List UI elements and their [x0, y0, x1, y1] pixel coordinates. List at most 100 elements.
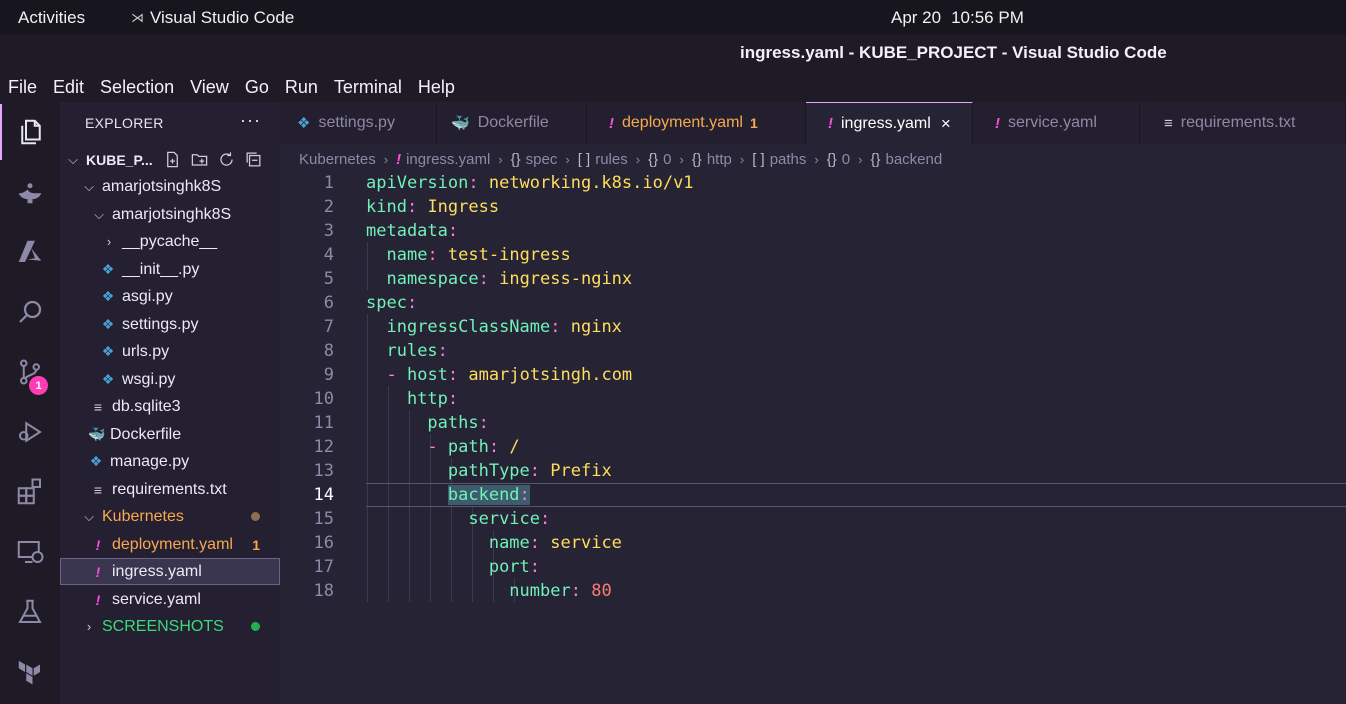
- tab-requirements-txt[interactable]: ≡ requirements.txt: [1140, 102, 1346, 144]
- menu-go[interactable]: Go: [245, 71, 277, 102]
- yaml-file-icon: !: [995, 114, 1000, 132]
- tree-file-wsgi-py[interactable]: ❖ wsgi.py: [60, 366, 280, 393]
- breadcrumb-folder[interactable]: Kubernetes: [299, 151, 376, 168]
- text-file-icon: ≡: [93, 398, 103, 415]
- chevron-down-icon: ⌵: [68, 151, 78, 167]
- code-line: 1 apiVersion: networking.k8s.io/v1: [280, 171, 1346, 195]
- menu-help[interactable]: Help: [418, 71, 463, 102]
- menu-selection[interactable]: Selection: [100, 71, 182, 102]
- flask-icon: [18, 599, 42, 623]
- chevron-right-icon: ›: [679, 151, 684, 167]
- explorer-toolbar: [163, 146, 263, 173]
- docker-activity[interactable]: [0, 164, 60, 220]
- tree-folder-kubernetes[interactable]: ⌵ Kubernetes: [60, 503, 280, 530]
- tree-folder-screenshots[interactable]: › SCREENSHOTS: [60, 613, 280, 640]
- code-line: 8 rules:: [280, 339, 1346, 363]
- breadcrumb-symbol[interactable]: http: [707, 151, 732, 168]
- code-line: 10 http:: [280, 387, 1346, 411]
- menu-terminal[interactable]: Terminal: [334, 71, 410, 102]
- breadcrumb-symbol[interactable]: backend: [886, 151, 943, 168]
- new-folder-icon[interactable]: [190, 150, 209, 169]
- line-content: spec:: [366, 293, 418, 313]
- tab-settings-py[interactable]: ❖ settings.py: [280, 102, 437, 144]
- yaml-value: networking.k8s.io/v1: [488, 173, 694, 193]
- tab-deployment-yaml[interactable]: ! deployment.yaml 1: [587, 102, 806, 144]
- tree-file-manage-py[interactable]: ❖ manage.py: [60, 448, 280, 475]
- tree-file-asgi-py[interactable]: ❖ asgi.py: [60, 283, 280, 310]
- tree-file-db-sqlite3[interactable]: ≡ db.sqlite3: [60, 393, 280, 420]
- activities-button[interactable]: Activities: [18, 8, 85, 28]
- modified-dot: [251, 512, 260, 521]
- tree-item-label: SCREENSHOTS: [102, 617, 224, 635]
- editor-tab-bar: ❖ settings.py 🐳 Dockerfile ! deployment.…: [280, 102, 1346, 144]
- code-editor[interactable]: 1 apiVersion: networking.k8s.io/v1 2 kin…: [280, 170, 1346, 704]
- code-line: 4 name: test-ingress: [280, 243, 1346, 267]
- breadcrumb-file[interactable]: ingress.yaml: [406, 151, 490, 168]
- line-content: port:: [488, 557, 541, 577]
- yaml-file-icon: !: [609, 114, 614, 132]
- object-icon: {}: [870, 150, 881, 168]
- new-file-icon[interactable]: [163, 150, 182, 169]
- tree-item-label: manage.py: [110, 452, 190, 470]
- line-number: 3: [323, 221, 334, 241]
- run-debug-activity[interactable]: [0, 404, 60, 460]
- tree-folder-pycache[interactable]: › __pycache__: [60, 228, 280, 255]
- breadcrumb-symbol[interactable]: spec: [526, 151, 558, 168]
- tab-ingress-yaml[interactable]: ! ingress.yaml ×: [806, 102, 973, 144]
- tree-file-dockerfile[interactable]: 🐳 Dockerfile: [60, 421, 280, 448]
- explorer-more-button[interactable]: ···: [240, 110, 261, 131]
- tree-file-deployment-yaml[interactable]: ! deployment.yaml 1: [60, 531, 280, 558]
- yaml-file-icon: !: [95, 591, 101, 608]
- line-number: 6: [323, 293, 334, 313]
- breadcrumb-symbol[interactable]: 0: [842, 151, 850, 168]
- menu-file[interactable]: File: [8, 71, 45, 102]
- menu-view[interactable]: View: [190, 71, 237, 102]
- breadcrumb-symbol[interactable]: paths: [770, 151, 807, 168]
- yaml-file-icon: !: [828, 115, 833, 132]
- collapse-all-icon[interactable]: [244, 150, 263, 169]
- tab-label: Dockerfile: [477, 114, 549, 131]
- clock[interactable]: Apr 20 10:56 PM: [891, 8, 1024, 28]
- breadcrumb-symbol[interactable]: 0: [663, 151, 671, 168]
- yaml-number: 80: [591, 581, 612, 601]
- system-top-bar: Activities ⋊ Visual Studio Code Apr 20 1…: [0, 0, 1346, 35]
- line-number: 13: [313, 461, 334, 481]
- tree-file-urls-py[interactable]: ❖ urls.py: [60, 338, 280, 365]
- search-activity[interactable]: [0, 284, 60, 340]
- remote-explorer-activity[interactable]: [0, 524, 60, 580]
- yaml-value: Prefix: [550, 461, 612, 481]
- menu-edit[interactable]: Edit: [53, 71, 92, 102]
- project-root[interactable]: ⌵ KUBE_P...: [60, 146, 280, 173]
- tree-file-settings-py[interactable]: ❖ settings.py: [60, 311, 280, 338]
- code-line: 3 metadata:: [280, 219, 1346, 243]
- docker-file-icon: 🐳: [451, 115, 470, 132]
- tree-file-init-py[interactable]: ❖ __init__.py: [60, 256, 280, 283]
- code-line: 9 - host: amarjotsingh.com: [280, 363, 1346, 387]
- tab-dockerfile[interactable]: 🐳 Dockerfile: [437, 102, 587, 144]
- tree-file-requirements-txt[interactable]: ≡ requirements.txt: [60, 476, 280, 503]
- code-line: 17 port:: [280, 555, 1346, 579]
- line-number: 8: [323, 341, 334, 361]
- close-icon[interactable]: ×: [941, 114, 951, 134]
- testing-activity[interactable]: [0, 584, 60, 640]
- tree-folder-amarjotsinghk8s[interactable]: ⌵ amarjotsinghk8S: [60, 173, 280, 200]
- explorer-activity[interactable]: [0, 104, 60, 160]
- menu-run[interactable]: Run: [285, 71, 326, 102]
- breadcrumb-symbol[interactable]: rules: [595, 151, 628, 168]
- refresh-icon[interactable]: [217, 150, 236, 169]
- tab-service-yaml[interactable]: ! service.yaml: [973, 102, 1140, 144]
- code-line: 13 pathType: Prefix: [280, 459, 1346, 483]
- chevron-down-icon: ⌵: [84, 178, 94, 194]
- app-menu[interactable]: ⋊ Visual Studio Code: [131, 8, 294, 28]
- tab-label: settings.py: [318, 114, 395, 131]
- terraform-activity[interactable]: [0, 644, 60, 700]
- line-number: 4: [323, 245, 334, 265]
- text-file-icon: ≡: [93, 481, 103, 498]
- extensions-activity[interactable]: [0, 464, 60, 520]
- tree-file-ingress-yaml[interactable]: ! ingress.yaml: [60, 558, 280, 585]
- tree-folder-amarjotsinghk8s-inner[interactable]: ⌵ amarjotsinghk8S: [60, 201, 280, 228]
- source-control-activity[interactable]: 1: [0, 344, 60, 400]
- azure-activity[interactable]: [0, 224, 60, 280]
- tree-file-service-yaml[interactable]: ! service.yaml: [60, 586, 280, 613]
- chevron-right-icon: ›: [498, 151, 503, 167]
